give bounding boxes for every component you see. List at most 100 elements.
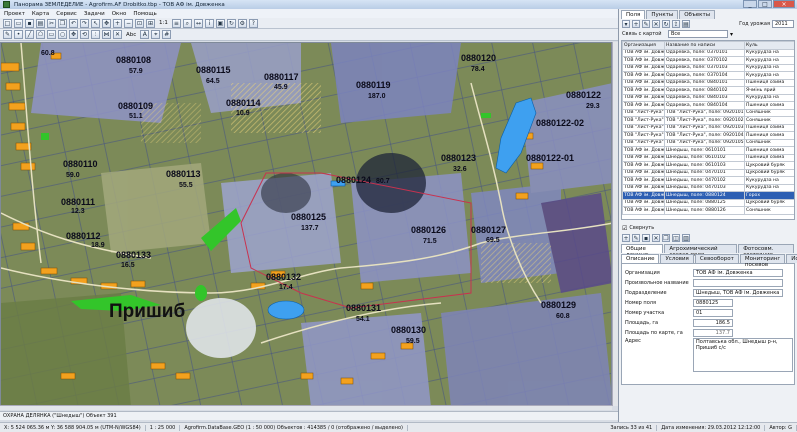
label-icon[interactable]: A [140,30,150,39]
cut-icon[interactable]: ✂ [47,18,56,28]
export-icon[interactable]: ⇪ [672,20,680,28]
tab-fields[interactable]: Поля [621,10,646,19]
merge-icon[interactable]: ⋈ [102,30,111,39]
checkbox-icon[interactable]: ☑ [622,225,627,232]
copy-icon[interactable]: ❐ [662,234,670,242]
subtab-photo[interactable]: Фотосовм. состояние [738,244,794,258]
add-icon[interactable]: + [622,234,630,242]
edit-icon[interactable]: ✎ [632,234,640,242]
redo-icon[interactable]: ↷ [80,18,89,28]
table-row[interactable]: ТОВ АФ ім. ДовженкаШнедыш, поле: 0610101… [622,146,794,155]
subtab-history[interactable]: История [786,254,797,263]
map-view[interactable]: 0880108 57.9 0880115 64.5 0880117 45.9 0… [0,42,612,406]
measure-icon[interactable]: ↔ [193,18,203,28]
address-field[interactable]: Полтавська обл., Шнедыш р-н, Пришиб с/с [693,338,793,372]
map-horizontal-scrollbar[interactable] [0,405,612,410]
delete-icon[interactable]: ✕ [113,30,122,39]
table-row[interactable]: ТОВ АФ ім. ДовженкаОдаревка, поле: 03701… [622,48,794,57]
cancel-icon[interactable]: ✕ [652,234,660,242]
subtab-description[interactable]: Описание [621,254,660,263]
edit-icon[interactable]: ✎ [642,20,650,28]
open-icon[interactable]: ▭ [14,18,23,28]
table-row[interactable]: ТОВ АФ ім. ДовженкаШнедыш, поле: 0610103… [622,161,794,170]
organization-field[interactable]: ТОВ АФ ім. Довженка [693,269,783,277]
grid-icon[interactable]: # [162,30,172,39]
split-icon[interactable]: ⫶ [91,30,100,39]
table-row[interactable]: ТОВ АФ ім. ДовженкаОдаревка, поле: 08401… [622,78,794,87]
layers-icon[interactable]: ≡ [171,18,181,28]
zoom-in-icon[interactable]: + [113,18,122,28]
plot-number-field[interactable]: 01 [693,309,733,317]
table-row[interactable]: ТОВ АФ ім. ДовженкаОдаревка, поле: 08401… [622,86,794,95]
table-row[interactable]: ТОВ "Лист-Рука" ТОВ "Лист-Рука", поле: 09… [622,131,794,140]
table-row[interactable]: ТОВ АФ ім. ДовженкаОдаревка, поле: 03701… [622,56,794,65]
column-header[interactable]: Куль [744,41,794,50]
table-row[interactable]: ТОВ АФ ім. ДовженкаОдаревка, поле: 03701… [622,63,794,72]
table-row[interactable]: ТОВ АФ ім. ДовженкаШнедыш, поле: 0880126… [622,206,794,215]
subtab-rotation[interactable]: Севооборот [694,254,739,263]
area-field[interactable]: 186.5 [693,319,733,327]
pointer-icon[interactable]: ↖ [91,18,100,28]
tab-points[interactable]: Пункты [646,10,679,19]
menu-help[interactable]: Помощь [133,11,156,17]
column-header[interactable]: Название по написи [664,41,745,50]
table-row[interactable]: ТОВ АФ ім. ДовженкаШнедыш, поле: 0470101… [622,168,794,177]
snap-icon[interactable]: ⌖ [151,30,161,39]
subtab-agrochem[interactable]: Агрохимический состав поля [664,244,738,258]
custom-name-field[interactable] [693,279,783,287]
table-row[interactable]: ТОВ "Лист-Рука" ТОВ "Лист-Рука", поле: 09… [622,123,794,132]
menu-map[interactable]: Карта [32,11,49,17]
info-icon[interactable]: i [204,18,214,28]
close-button[interactable]: × [773,0,795,8]
maximize-button[interactable]: □ [758,0,772,8]
table-row[interactable]: ТОВ "Лист-Рука" ТОВ "Лист-Рука", поле: 09… [622,138,794,147]
line-icon[interactable]: ╱ [25,30,34,39]
table-row[interactable]: ТОВ АФ ім. ДовженкаШнедыш, поле: 0470102… [622,176,794,185]
new-icon[interactable]: □ [3,18,12,28]
table-row[interactable]: ТОВ АФ ім. ДовженкаОдаревка, поле: 08401… [622,93,794,102]
tab-objects[interactable]: Объекты [679,10,716,19]
polygon-icon[interactable]: ⬠ [36,30,45,39]
zoom-all-icon[interactable]: ⊞ [146,18,155,28]
print-icon[interactable]: ▤ [682,20,690,28]
menu-service[interactable]: Сервис [56,11,77,17]
division-field[interactable]: Шнедыш, ТОВ АФ ім. Довженка [693,289,783,297]
table-row[interactable]: ТОВ АФ ім. ДовженкаОдаревка, поле: 03701… [622,71,794,80]
table-row[interactable]: ТОВ АФ ім. ДовженкаШнедыш, поле: 0880124… [622,191,794,200]
select-icon[interactable]: ▣ [215,18,225,28]
add-icon[interactable]: + [632,20,640,28]
undo-icon[interactable]: ↶ [69,18,78,28]
move-icon[interactable]: ✥ [69,30,78,39]
field-number-field[interactable]: 0880125 [693,299,733,307]
chart-icon[interactable]: ▥ [682,234,690,242]
link-select[interactable]: Все [668,30,728,38]
copy-icon[interactable]: ❐ [58,18,67,28]
rectangle-icon[interactable]: ▭ [47,30,56,39]
save-icon[interactable]: ▪ [25,18,34,28]
pan-icon[interactable]: ✥ [102,18,111,28]
zoom-out-icon[interactable]: − [124,18,133,28]
table-row[interactable]: ТОВ АФ ім. ДовженкаОдаревка, поле: 08401… [622,101,794,110]
settings-icon[interactable]: ⚙ [237,18,247,28]
help-icon[interactable]: ? [248,18,258,28]
menu-tasks[interactable]: Задачи [84,11,105,17]
subtab-conditions[interactable]: Условия [660,254,694,263]
minimize-button[interactable]: _ [743,0,757,8]
table-row[interactable]: ТОВ АФ ім. ДовженкаШнедыш, поле: 0470103… [622,183,794,192]
chevron-down-icon[interactable]: ▾ [730,31,733,38]
point-icon[interactable]: • [14,30,23,39]
delete-icon[interactable]: ✕ [652,20,660,28]
search-icon[interactable]: ⌕ [182,18,192,28]
subtab-monitoring[interactable]: Мониторинг посевов [739,254,786,268]
text-tool-button[interactable]: Abc [126,32,136,38]
menu-project[interactable]: Проект [4,11,25,17]
refresh-icon[interactable]: ↻ [662,20,670,28]
save-icon[interactable]: ▪ [642,234,650,242]
map-icon[interactable]: ◫ [672,234,680,242]
scale-ratio-button[interactable]: 1:1 [159,20,168,26]
circle-icon[interactable]: ○ [58,30,67,39]
refresh-icon[interactable]: ↻ [226,18,236,28]
print-icon[interactable]: ▤ [36,18,45,28]
table-row[interactable]: ТОВ "Лист-Рука" ТОВ "Лист-Рука", поле: 09… [622,116,794,125]
rotate-icon[interactable]: ⟲ [80,30,89,39]
